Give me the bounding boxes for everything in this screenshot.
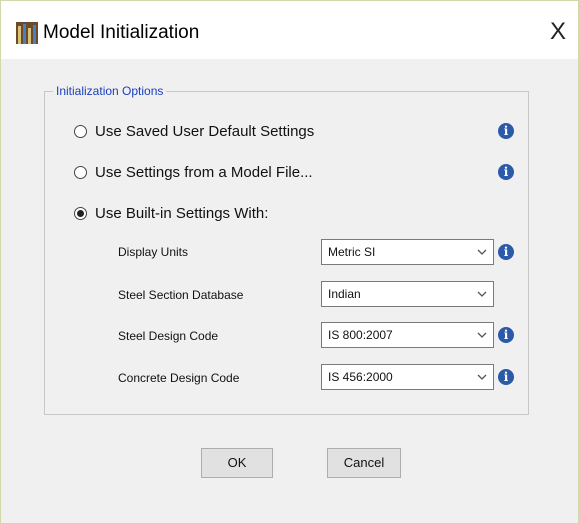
- chevron-down-icon: [477, 291, 487, 297]
- cancel-button[interactable]: Cancel: [327, 448, 401, 478]
- radio-label: Use Settings from a Model File...: [95, 163, 313, 181]
- radio-label: Use Built-in Settings With:: [95, 204, 269, 222]
- info-icon[interactable]: i: [498, 244, 514, 260]
- title-bar: Model Initialization X: [1, 1, 578, 59]
- steel-section-database-label: Steel Section Database: [118, 288, 244, 302]
- radio-button[interactable]: [74, 124, 87, 138]
- radio-model-file-settings[interactable]: Use Settings from a Model File...: [74, 161, 313, 183]
- steel-design-code-select[interactable]: IS 800:2007: [321, 322, 494, 348]
- group-label: Initialization Options: [53, 84, 167, 98]
- display-units-select[interactable]: Metric SI: [321, 239, 494, 265]
- ok-button[interactable]: OK: [201, 448, 273, 478]
- radio-label: Use Saved User Default Settings: [95, 122, 315, 140]
- select-value: Metric SI: [328, 245, 376, 259]
- select-value: IS 800:2007: [328, 328, 393, 342]
- chevron-down-icon: [477, 249, 487, 255]
- info-icon[interactable]: i: [498, 327, 514, 343]
- display-units-label: Display Units: [118, 245, 189, 259]
- close-button[interactable]: X: [541, 15, 575, 49]
- steel-design-code-label: Steel Design Code: [118, 329, 219, 343]
- chevron-down-icon: [477, 374, 487, 380]
- info-icon[interactable]: i: [498, 123, 514, 139]
- concrete-design-code-label: Concrete Design Code: [118, 371, 240, 385]
- steel-section-database-select[interactable]: Indian: [321, 281, 494, 307]
- chevron-down-icon: [477, 332, 487, 338]
- model-initialization-dialog: Model Initialization X Initialization Op…: [0, 0, 579, 524]
- info-icon[interactable]: i: [498, 164, 514, 180]
- select-value: IS 456:2000: [328, 370, 393, 384]
- info-icon[interactable]: i: [498, 369, 514, 385]
- radio-button[interactable]: [74, 165, 87, 179]
- radio-button-selected[interactable]: [74, 206, 87, 220]
- radio-saved-user-defaults[interactable]: Use Saved User Default Settings: [74, 120, 314, 142]
- app-icon: [16, 22, 38, 44]
- radio-built-in-settings[interactable]: Use Built-in Settings With:: [74, 202, 268, 224]
- concrete-design-code-select[interactable]: IS 456:2000: [321, 364, 494, 390]
- window-title: Model Initialization: [43, 22, 200, 43]
- select-value: Indian: [328, 287, 361, 301]
